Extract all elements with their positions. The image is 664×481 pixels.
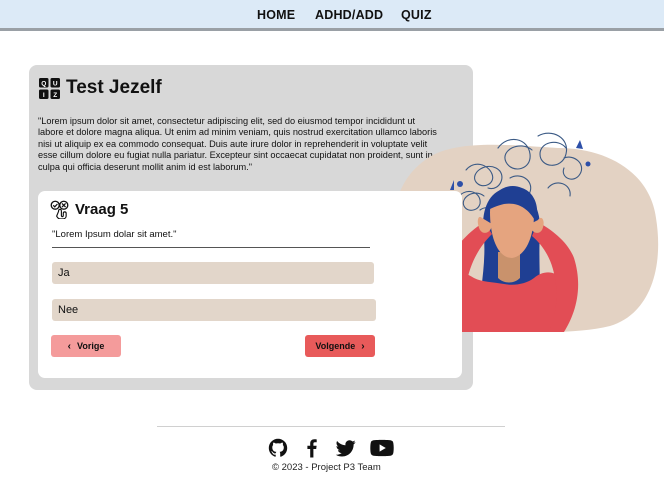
answer-option-nee[interactable]: Nee [52,299,376,321]
twitter-icon[interactable] [336,438,356,458]
quiz-grid-icon: Q U I Z [39,77,60,99]
answer-option-label: Nee [58,304,79,316]
checklist-icon [50,200,69,219]
nav-adhd-link[interactable]: ADHD/ADD [315,8,383,22]
chevron-left-icon: ‹ [67,340,71,352]
previous-button-label: Vorige [77,341,105,351]
footer-divider [157,426,505,427]
facebook-icon[interactable] [302,438,322,458]
card-header: Q U I Z Test Jezelf [39,77,162,99]
question-divider [52,247,370,248]
top-navbar: HOME ADHD/ADD QUIZ [0,0,664,31]
question-text: "Lorem Ipsum dolar sit amet." [52,229,177,240]
svg-text:U: U [53,80,58,87]
copyright-text: © 2023 - Project P3 Team [272,462,381,473]
next-button-label: Volgende [315,341,356,351]
nav-home-link[interactable]: HOME [257,8,295,22]
intro-text: "Lorem ipsum dolor sit amet, consectetur… [38,116,437,172]
github-icon[interactable] [268,438,288,458]
question-title: Vraag 5 [75,201,129,218]
youtube-icon[interactable] [370,438,394,458]
svg-text:I: I [43,91,45,98]
question-header: Vraag 5 [50,200,128,219]
nav-quiz-link[interactable]: QUIZ [401,8,432,22]
answer-option-ja[interactable]: Ja [52,262,374,284]
social-links [268,438,394,458]
answer-option-label: Ja [58,267,70,279]
page-title: Test Jezelf [66,77,162,98]
svg-text:Z: Z [53,91,57,98]
svg-text:Q: Q [41,80,46,87]
next-button[interactable]: Volgende › [305,335,375,357]
previous-button[interactable]: ‹ Vorige [51,335,121,357]
chevron-right-icon: › [361,340,365,352]
